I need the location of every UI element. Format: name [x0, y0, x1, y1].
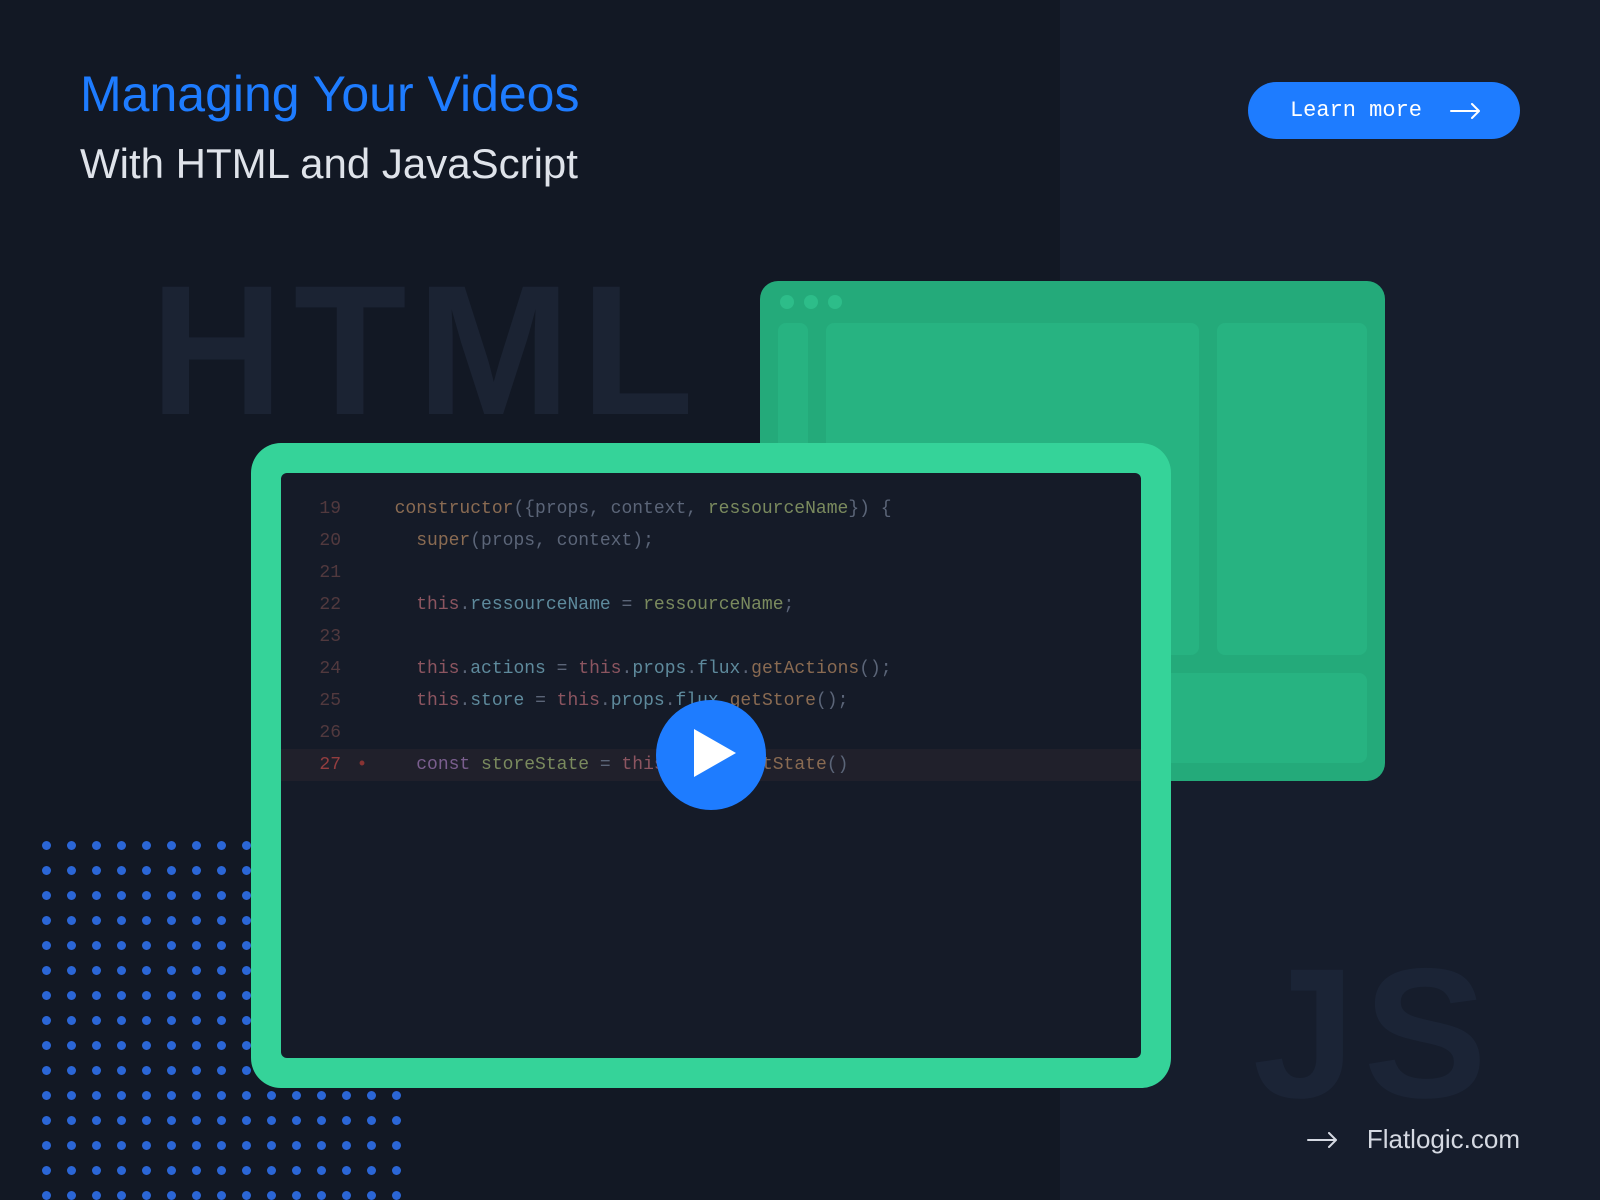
- video-card: 19 constructor({props, context, ressourc…: [251, 443, 1171, 1088]
- play-button[interactable]: [656, 700, 766, 810]
- footer-link[interactable]: Flatlogic.com: [1307, 1124, 1520, 1155]
- page-subtitle: With HTML and JavaScript: [80, 140, 578, 188]
- arrow-right-icon: [1307, 1124, 1339, 1155]
- code-line: 22 this.ressourceName = ressourceName;: [281, 589, 1141, 621]
- code-line: 19 constructor({props, context, ressourc…: [281, 493, 1141, 525]
- background-html-text: HTML: [150, 245, 704, 457]
- play-icon: [686, 729, 736, 780]
- browser-titlebar: [760, 281, 1385, 323]
- browser-panel: [1217, 323, 1367, 655]
- page-title: Managing Your Videos: [80, 65, 580, 123]
- arrow-right-icon: [1450, 103, 1482, 119]
- code-line: 23: [281, 621, 1141, 653]
- code-editor: 19 constructor({props, context, ressourc…: [281, 473, 1141, 1058]
- window-control-icon: [828, 295, 842, 309]
- footer-link-label: Flatlogic.com: [1367, 1124, 1520, 1155]
- code-line: 21: [281, 557, 1141, 589]
- window-control-icon: [780, 295, 794, 309]
- learn-more-button[interactable]: Learn more: [1248, 82, 1520, 139]
- learn-more-label: Learn more: [1290, 98, 1422, 123]
- window-control-icon: [804, 295, 818, 309]
- background-js-text: JS: [1253, 928, 1495, 1140]
- code-line: 24 this.actions = this.props.flux.getAct…: [281, 653, 1141, 685]
- code-line: 20 super(props, context);: [281, 525, 1141, 557]
